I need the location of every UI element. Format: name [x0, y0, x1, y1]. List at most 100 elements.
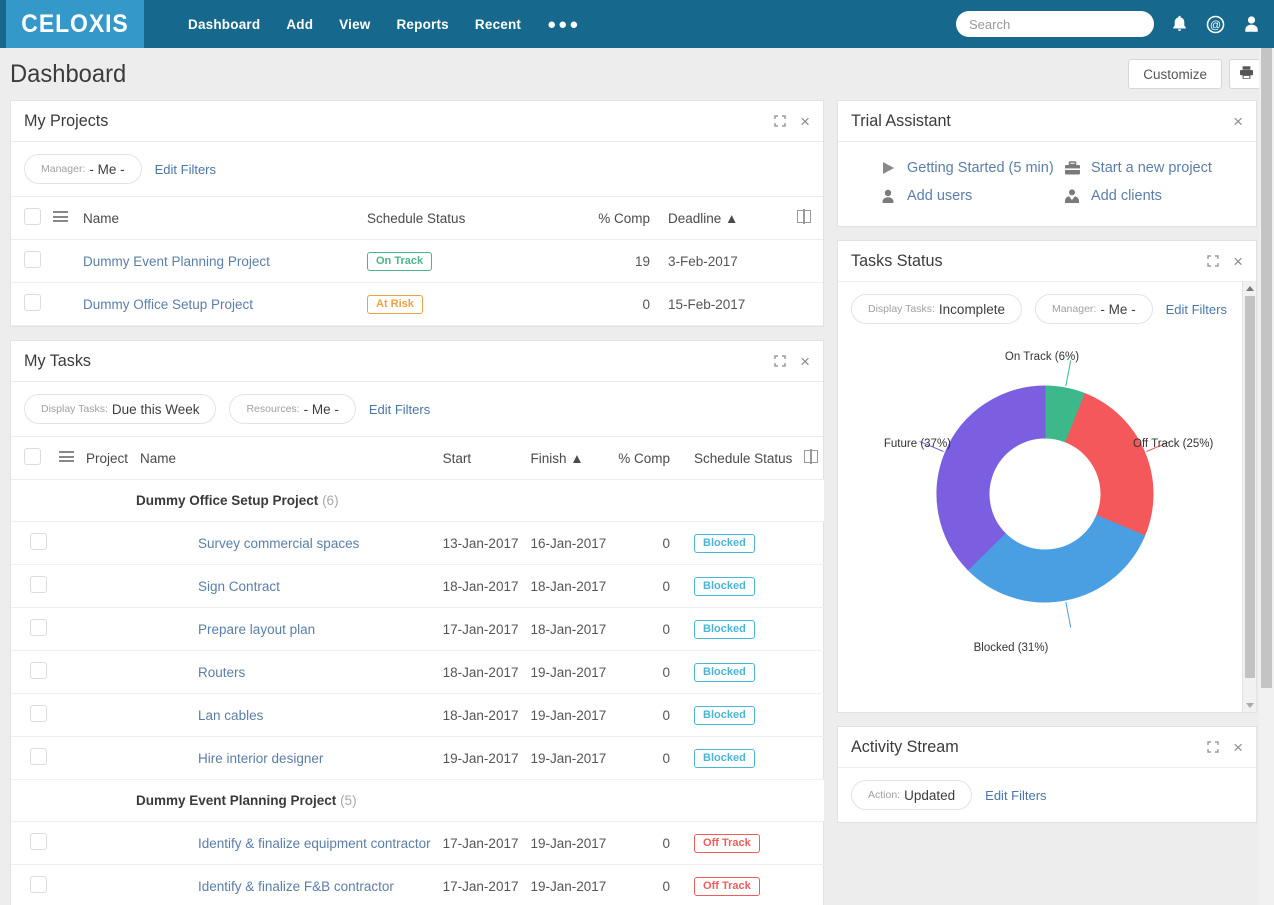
- nav-item-add[interactable]: Add: [286, 17, 313, 32]
- user-avatar-icon[interactable]: [1240, 13, 1262, 35]
- table-row[interactable]: Sign Contract 18-Jan-2017 18-Jan-2017 0 …: [11, 564, 825, 608]
- column-header-finish[interactable]: Finish ▲: [524, 437, 613, 480]
- filter-chip-resources[interactable]: Resources: - Me -: [229, 394, 356, 424]
- row-checkbox[interactable]: [30, 876, 47, 893]
- filter-chip-action[interactable]: Action: Updated: [851, 780, 973, 810]
- trial-assistant-item-new-project[interactable]: Start a new project: [1062, 160, 1243, 176]
- edit-filters-link[interactable]: Edit Filters: [369, 402, 430, 417]
- task-pct-comp: 0: [612, 864, 677, 905]
- expand-icon[interactable]: [1207, 255, 1219, 267]
- trial-assistant-item-add-users[interactable]: Add users: [878, 188, 1058, 204]
- close-icon[interactable]: ×: [1233, 739, 1243, 756]
- filter-chip-manager[interactable]: Manager: - Me -: [24, 154, 142, 184]
- search-input[interactable]: [956, 11, 1154, 37]
- table-row[interactable]: Dummy Office Setup Project At Risk 0 15-…: [11, 282, 823, 326]
- row-menu-icon[interactable]: [53, 209, 68, 225]
- task-name-link[interactable]: Prepare layout plan: [198, 622, 315, 637]
- panel-scrollbar[interactable]: [1242, 282, 1256, 712]
- column-header-project[interactable]: Project: [80, 437, 135, 480]
- scroll-down-arrow-icon[interactable]: [1246, 703, 1254, 708]
- edit-filters-link[interactable]: Edit Filters: [155, 162, 216, 177]
- column-header-schedule-status[interactable]: Schedule Status: [361, 197, 576, 240]
- row-menu-icon[interactable]: [59, 449, 74, 465]
- at-mention-icon[interactable]: @: [1204, 13, 1226, 35]
- task-name-link[interactable]: Routers: [198, 665, 245, 680]
- task-name-link[interactable]: Hire interior designer: [198, 751, 323, 766]
- close-icon[interactable]: ×: [1233, 113, 1243, 130]
- close-icon[interactable]: ×: [1233, 253, 1243, 270]
- edit-filters-link[interactable]: Edit Filters: [985, 788, 1046, 803]
- tasks-status-donut-chart[interactable]: On Track (6%) Off Track (25%) Blocked (31%…: [838, 342, 1238, 712]
- table-row[interactable]: Dummy Event Planning Project On Track 19…: [11, 239, 823, 283]
- scrollbar-thumb[interactable]: [1245, 296, 1255, 678]
- row-checkbox[interactable]: [24, 251, 41, 268]
- column-header-pct-comp[interactable]: % Comp: [612, 437, 677, 480]
- task-name-link[interactable]: Identify & finalize equipment contractor: [198, 836, 431, 851]
- close-icon[interactable]: ×: [800, 353, 810, 370]
- column-header-name[interactable]: Name: [77, 197, 361, 240]
- page-scrollbar-thumb[interactable]: [1261, 48, 1272, 688]
- column-header-name[interactable]: Name: [134, 437, 437, 480]
- scroll-up-arrow-icon[interactable]: [1246, 286, 1254, 291]
- deadline-value: 3-Feb-2017: [656, 239, 791, 283]
- trial-assistant-item-add-clients[interactable]: Add clients: [1062, 188, 1243, 204]
- nav-more-icon[interactable]: ●●●: [547, 17, 580, 32]
- my-tasks-title: My Tasks: [24, 351, 92, 370]
- status-badge: Blocked: [694, 705, 755, 725]
- row-checkbox[interactable]: [30, 576, 47, 593]
- table-row[interactable]: Prepare layout plan 17-Jan-2017 18-Jan-2…: [11, 607, 825, 651]
- row-checkbox[interactable]: [30, 833, 47, 850]
- nav-item-reports[interactable]: Reports: [396, 17, 448, 32]
- trial-assistant-item-getting-started[interactable]: Getting Started (5 min): [878, 160, 1058, 176]
- project-name-link[interactable]: Dummy Office Setup Project: [83, 297, 253, 312]
- table-row[interactable]: Hire interior designer 19-Jan-2017 19-Ja…: [11, 736, 825, 780]
- task-finish: 19-Jan-2017: [524, 650, 613, 694]
- edit-filters-link[interactable]: Edit Filters: [1166, 302, 1227, 317]
- row-checkbox[interactable]: [30, 662, 47, 679]
- row-checkbox[interactable]: [30, 748, 47, 765]
- filter-chip-display-tasks[interactable]: Display Tasks: Due this Week: [24, 394, 217, 424]
- expand-icon[interactable]: [774, 355, 786, 367]
- task-name-link[interactable]: Identify & finalize F&B contractor: [198, 879, 394, 894]
- my-projects-filters: Manager: - Me - Edit Filters: [11, 142, 823, 197]
- customize-button[interactable]: Customize: [1128, 59, 1222, 89]
- select-all-checkbox[interactable]: [24, 448, 41, 465]
- expand-icon[interactable]: [774, 115, 786, 127]
- my-tasks-filters: Display Tasks: Due this Week Resources: …: [11, 382, 823, 437]
- column-picker-icon[interactable]: [797, 209, 811, 224]
- column-picker-icon[interactable]: [804, 449, 819, 464]
- task-name-link[interactable]: Sign Contract: [198, 579, 280, 594]
- group-row[interactable]: Dummy Office Setup Project (6): [11, 479, 825, 522]
- task-name-link[interactable]: Lan cables: [198, 708, 263, 723]
- column-header-pct-comp[interactable]: % Comp: [576, 197, 656, 240]
- filter-chip-display-tasks[interactable]: Display Tasks: Incomplete: [851, 294, 1022, 324]
- filter-chip-manager[interactable]: Manager: - Me -: [1034, 294, 1153, 324]
- row-checkbox[interactable]: [30, 619, 47, 636]
- row-checkbox[interactable]: [24, 294, 41, 311]
- donut-slice-future[interactable]: [936, 385, 1046, 571]
- row-checkbox[interactable]: [30, 705, 47, 722]
- table-row[interactable]: Identify & finalize equipment contractor…: [11, 821, 825, 865]
- bell-icon[interactable]: [1168, 13, 1190, 35]
- table-row[interactable]: Routers 18-Jan-2017 19-Jan-2017 0 Blocke…: [11, 650, 825, 694]
- row-checkbox[interactable]: [30, 533, 47, 550]
- brand-logo[interactable]: CELOXIS: [6, 0, 144, 48]
- group-row[interactable]: Dummy Event Planning Project (5): [11, 779, 825, 822]
- task-name-link[interactable]: Survey commercial spaces: [198, 536, 359, 551]
- project-name-link[interactable]: Dummy Event Planning Project: [83, 254, 270, 269]
- nav-item-recent[interactable]: Recent: [475, 17, 521, 32]
- nav-item-view[interactable]: View: [339, 17, 370, 32]
- page-scrollbar[interactable]: [1259, 48, 1274, 905]
- select-all-checkbox[interactable]: [24, 208, 41, 225]
- expand-icon[interactable]: [1207, 741, 1219, 753]
- activity-stream-panel: Activity Stream × Action: Updated Edit F…: [837, 726, 1257, 823]
- close-icon[interactable]: ×: [800, 113, 810, 130]
- table-row[interactable]: Lan cables 18-Jan-2017 19-Jan-2017 0 Blo…: [11, 693, 825, 737]
- column-header-start[interactable]: Start: [436, 437, 525, 480]
- table-row[interactable]: Identify & finalize F&B contractor 17-Ja…: [11, 864, 825, 905]
- column-header-deadline[interactable]: Deadline ▲: [656, 197, 791, 240]
- donut-slice-off-track[interactable]: [1065, 393, 1154, 537]
- column-header-schedule-status[interactable]: Schedule Status: [676, 437, 799, 480]
- table-row[interactable]: Survey commercial spaces 13-Jan-2017 16-…: [11, 521, 825, 565]
- nav-item-dashboard[interactable]: Dashboard: [188, 17, 260, 32]
